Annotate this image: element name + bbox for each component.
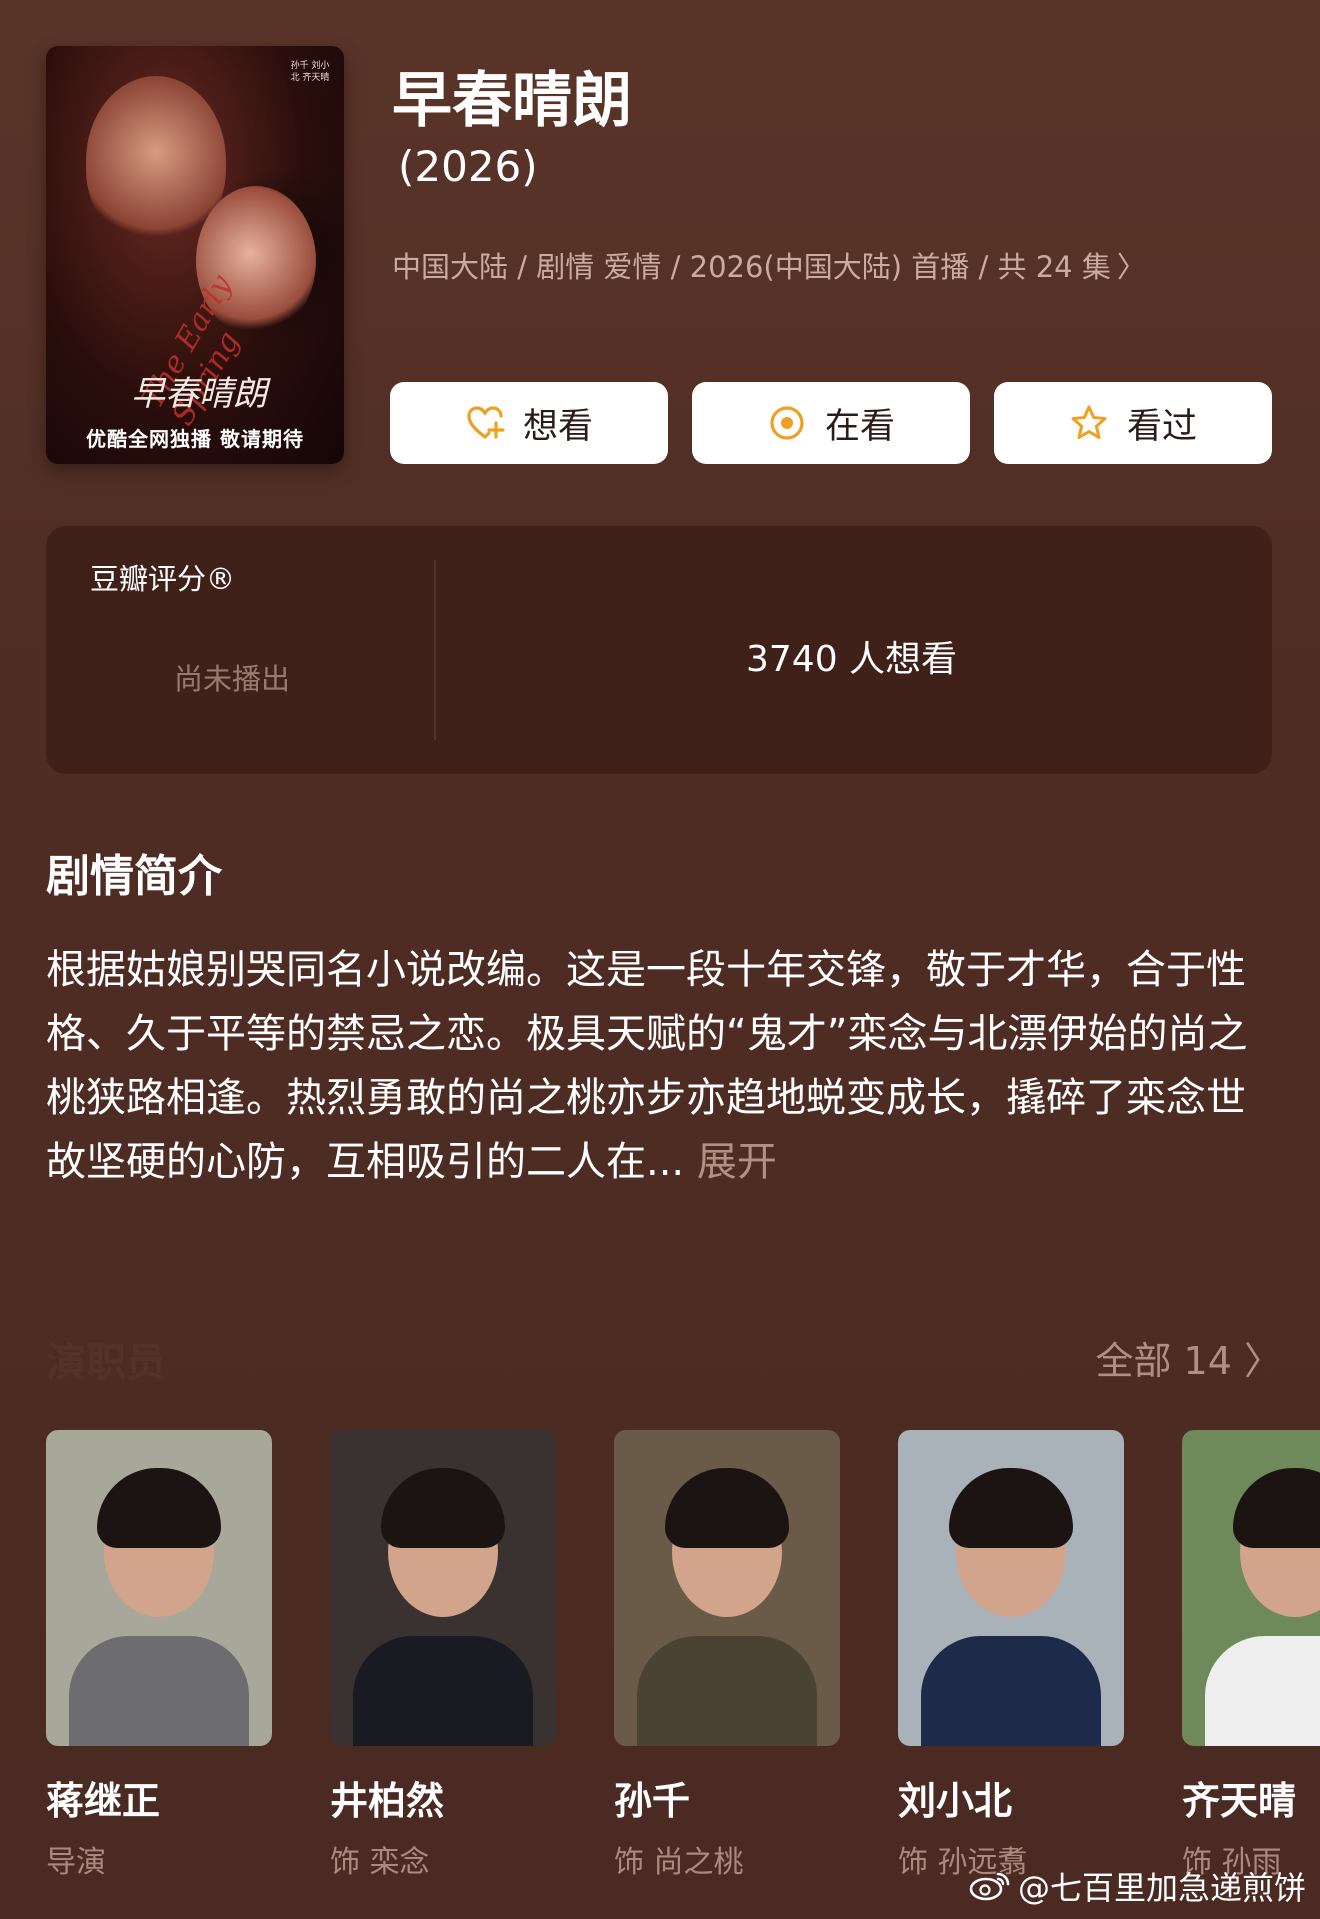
poster-title-art: 早春晴朗 (131, 374, 267, 414)
rating-panel[interactable]: 豆瓣评分® 尚未播出 3740 人想看 (46, 526, 1272, 774)
photo-hair (97, 1467, 221, 1548)
show-meta-link[interactable]: 中国大陆 / 剧情 爱情 / 2026(中国大陆) 首播 / 共 24 集〉 (392, 244, 1146, 286)
want-to-watch-label: 想看 (522, 406, 593, 447)
watching-label: 在看 (824, 406, 895, 447)
photo-body (352, 1636, 534, 1746)
cast-photo (614, 1430, 840, 1746)
watching-button[interactable]: 在看 (692, 382, 970, 464)
cast-card[interactable]: 齐天晴 饰 孙雨 (1182, 1430, 1320, 1881)
photo-body (920, 1636, 1102, 1746)
cast-role: 导演 (46, 1845, 106, 1880)
show-title: 早春晴朗 (392, 66, 632, 136)
cast-role: 饰 栾念 (330, 1845, 430, 1880)
photo-hair (665, 1467, 789, 1548)
rating-status: 尚未播出 (174, 662, 291, 696)
movie-detail-page: 孙千 刘小北 齐天晴 The Early Spring 早春晴朗 优酷全网独播 … (0, 0, 1320, 1919)
want-to-watch-button[interactable]: 想看 (390, 382, 668, 464)
wish-count: 3740 人想看 (746, 639, 958, 680)
cast-name: 刘小北 (898, 1779, 1013, 1823)
cast-name: 孙千 (614, 1779, 691, 1823)
poster-image[interactable]: 孙千 刘小北 齐天晴 The Early Spring 早春晴朗 优酷全网独播 … (46, 46, 344, 464)
cast-name: 齐天晴 (1182, 1779, 1297, 1823)
synopsis-title: 剧情简介 (46, 851, 222, 902)
cast-photo (898, 1430, 1124, 1746)
cast-card[interactable]: 蒋继正 导演 (46, 1430, 272, 1881)
watched-button[interactable]: 看过 (994, 382, 1272, 464)
weibo-logo-icon (969, 1872, 1010, 1901)
cast-card[interactable]: 井柏然 饰 栾念 (330, 1430, 556, 1881)
show-meta-text: 中国大陆 / 剧情 爱情 / 2026(中国大陆) 首播 / 共 24 集 (392, 250, 1111, 284)
cast-photo (46, 1430, 272, 1746)
cast-photo (1182, 1430, 1320, 1746)
rating-label: 豆瓣评分® (90, 562, 236, 596)
cast-card[interactable]: 刘小北 饰 孙远翥 (898, 1430, 1124, 1881)
photo-body (636, 1636, 818, 1746)
chevron-right-icon: 〉 (1116, 250, 1146, 284)
weibo-watermark: @七百里加急递煎饼 (968, 1863, 1306, 1909)
cast-name: 井柏然 (330, 1779, 445, 1823)
cast-card[interactable]: 孙千 饰 尚之桃 (614, 1430, 840, 1881)
show-year: (2026) (398, 142, 538, 191)
poster-credits: 孙千 刘小北 齐天晴 (290, 61, 330, 83)
photo-hair (949, 1467, 1073, 1548)
watched-label: 看过 (1126, 406, 1197, 447)
star-icon (1069, 403, 1109, 443)
poster-bottom-text: 优酷全网独播 敬请期待 (86, 427, 304, 451)
synopsis-text-block: 根据姑娘别哭同名小说改编。这是一段十年交锋，敬于才华，合于性格、久于平等的禁忌之… (46, 938, 1276, 1194)
cast-all-link[interactable]: 全部 14 〉 (1095, 1330, 1282, 1385)
synopsis-text: 根据姑娘别哭同名小说改编。这是一段十年交锋，敬于才华，合于性格、久于平等的禁忌之… (46, 947, 1248, 1185)
chevron-right-icon: 〉 (1243, 1339, 1282, 1383)
watermark-text: @七百里加急递煎饼 (1017, 1869, 1306, 1907)
cast-role: 饰 尚之桃 (614, 1845, 744, 1880)
photo-body (68, 1636, 250, 1746)
cast-all-label: 全部 14 (1095, 1339, 1232, 1383)
photo-body (1204, 1636, 1320, 1746)
cast-section-title: 演职员 (46, 1340, 166, 1386)
cast-photo (330, 1430, 556, 1746)
expand-link[interactable]: 展开 (697, 1139, 777, 1185)
target-icon (767, 403, 807, 443)
cast-name: 蒋继正 (46, 1779, 161, 1823)
rating-divider (434, 560, 436, 740)
heart-plus-icon (465, 403, 505, 443)
photo-hair (381, 1467, 505, 1548)
photo-hair (1233, 1467, 1320, 1548)
